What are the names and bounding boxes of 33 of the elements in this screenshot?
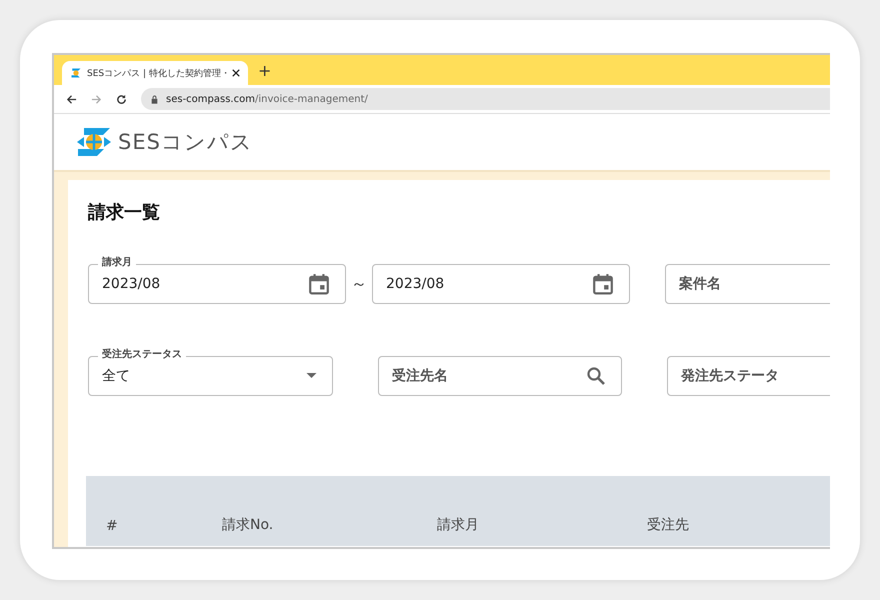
column-header: 請求月 <box>437 516 480 534</box>
select-field[interactable]: 受注先ステータス 全て <box>88 348 333 396</box>
field-value: 全て <box>102 367 130 385</box>
field-placeholder: 発注先ステータ <box>681 367 779 385</box>
logo-icon <box>76 127 112 157</box>
close-icon[interactable] <box>232 69 240 77</box>
search-icon[interactable] <box>586 366 606 386</box>
reload-icon[interactable] <box>116 94 127 104</box>
new-tab-button[interactable]: + <box>248 59 272 85</box>
lock-icon <box>151 94 158 104</box>
range-separator: ～ <box>351 274 367 294</box>
back-arrow-icon[interactable] <box>66 94 77 104</box>
field-value: 2023/08 <box>102 276 160 292</box>
url-text: ses-compass.com/invoice-management/ <box>166 94 368 104</box>
field-placeholder: 受注先名 <box>392 367 448 385</box>
address-field[interactable]: ses-compass.com/invoice-management/ <box>141 88 830 110</box>
logo-text: SESコンパス <box>118 129 253 156</box>
field-placeholder: 案件名 <box>679 275 721 293</box>
date-field[interactable]: 2023/08 <box>372 256 630 304</box>
browser-tab[interactable]: SESコンパス | 特化した契約管理・ <box>62 61 248 85</box>
column-header: 受注先 <box>647 516 689 534</box>
date-field[interactable]: 請求月 2023/08 <box>88 256 346 304</box>
logo-icon <box>70 67 82 79</box>
calendar-icon[interactable] <box>308 273 330 295</box>
column-header: 請求No. <box>222 516 274 534</box>
search-field[interactable]: 受注先名 <box>378 348 622 396</box>
field-value: 2023/08 <box>386 276 444 292</box>
page-title: 請求一覧 <box>88 201 161 224</box>
field-label: 受注先ステータス <box>98 348 186 362</box>
calendar-icon[interactable] <box>592 273 614 295</box>
dropdown-caret-icon[interactable] <box>306 373 317 379</box>
column-header: # <box>105 518 119 534</box>
tab-title: SESコンパス | 特化した契約管理・ <box>87 68 227 80</box>
